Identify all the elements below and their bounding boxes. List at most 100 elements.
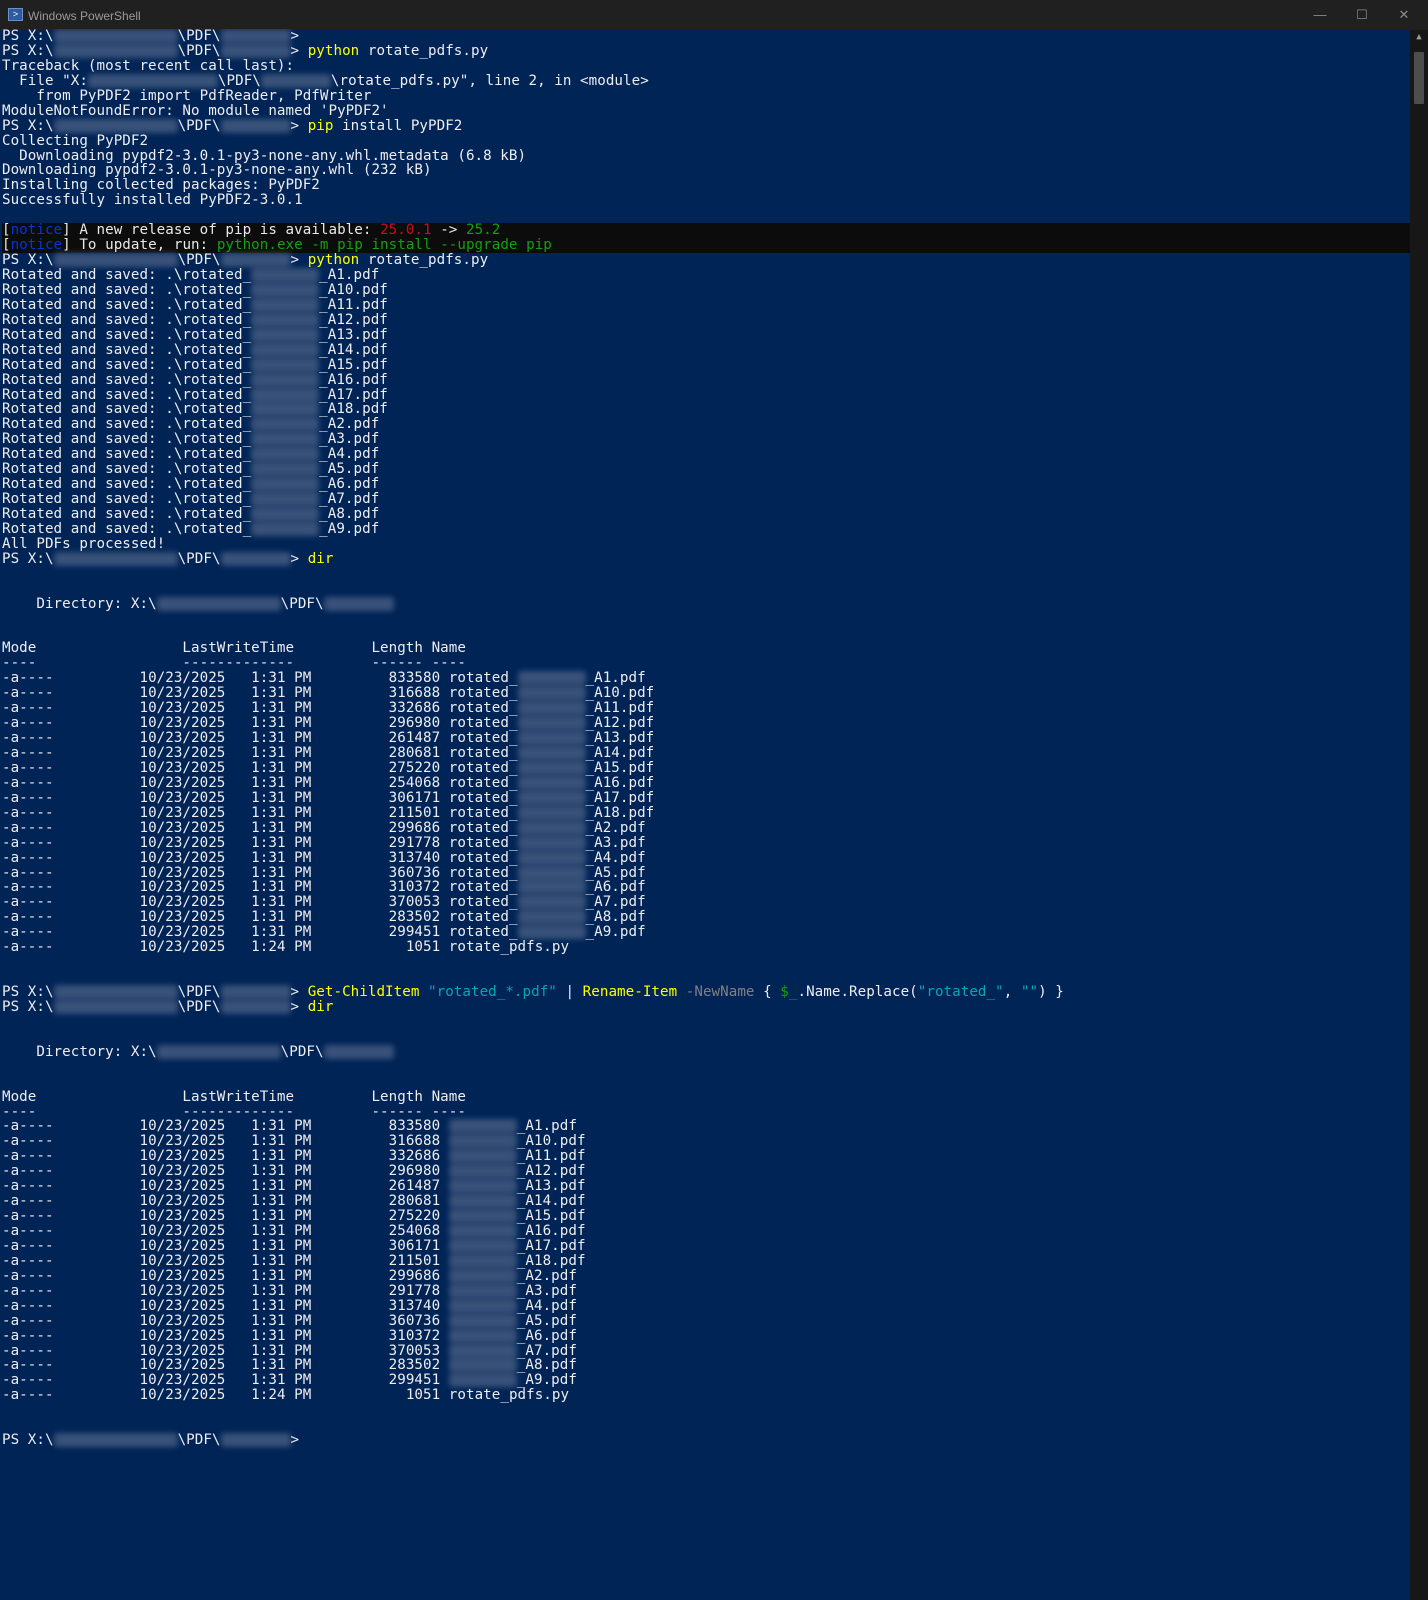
file-length: 306171	[311, 789, 441, 806]
redacted-path	[156, 1044, 281, 1059]
file-mode: -a----	[2, 894, 54, 911]
table-row: -a---- 10/23/2025 1:31 PM 306171 _A17.pd…	[2, 1237, 586, 1254]
minimize-button[interactable]: —	[1300, 4, 1340, 26]
redacted-filename	[517, 850, 586, 865]
table-separator: ---- ------------- ------ ----	[2, 655, 466, 672]
table-row: -a---- 10/23/2025 1:31 PM 283502 _A8.pdf	[2, 1357, 577, 1374]
redacted-filename	[251, 402, 320, 417]
file-name: _A7.pdf	[516, 1342, 577, 1359]
file-length: 310372	[311, 1327, 441, 1344]
table-separator: ---- ------------- ------ ----	[2, 1103, 466, 1120]
file-suffix: _A1.pdf	[319, 267, 380, 283]
table-row: -a---- 10/23/2025 1:31 PM 310372 _A6.pdf	[2, 1327, 577, 1344]
rotated-line: Rotated and saved: .\rotated_ _A10.pdf	[2, 281, 388, 298]
table-row: -a---- 10/23/2025 1:31 PM 306171 rotated…	[2, 789, 655, 806]
table-row: -a---- 10/23/2025 1:31 PM 296980 rotated…	[2, 715, 655, 732]
file-mode: -a----	[2, 1178, 54, 1195]
file-name: _A17.pdf	[585, 789, 655, 806]
table-row: -a---- 10/23/2025 1:31 PM 299451 _A9.pdf	[2, 1372, 577, 1389]
file-mode: -a----	[2, 939, 54, 956]
redacted-path	[53, 43, 178, 58]
redacted-filename	[517, 775, 586, 790]
directory-label: Directory: X:\ \PDF\	[2, 1044, 1410, 1060]
redacted-path	[156, 596, 281, 611]
prompt-line: PS X:\ \PDF\ > pip install PyPDF2	[2, 117, 463, 134]
redacted-filename	[448, 1358, 517, 1373]
redacted-filename	[448, 1253, 517, 1268]
table-row: -a---- 10/23/2025 1:31 PM 313740 _A4.pdf	[2, 1297, 577, 1314]
file-mode: -a----	[2, 670, 54, 687]
file-mode: -a----	[2, 1148, 54, 1165]
table-row: -a---- 10/23/2025 1:31 PM 332686 rotated…	[2, 700, 655, 717]
redacted-filename	[517, 716, 586, 731]
redacted-path	[220, 253, 291, 268]
redacted-filename	[251, 357, 320, 372]
file-name: _A14.pdf	[516, 1193, 586, 1210]
file-length: 313740	[311, 1297, 441, 1314]
file-length: 296980	[311, 715, 441, 732]
file-suffix: _A11.pdf	[319, 296, 388, 313]
redacted-filename	[251, 462, 320, 477]
file-length: 299686	[311, 1267, 441, 1284]
redacted-filename	[251, 327, 320, 342]
file-mode: -a----	[2, 1357, 54, 1374]
file-mode: -a----	[2, 849, 54, 866]
redacted-filename	[251, 507, 320, 521]
console-output[interactable]: PS X:\ \PDF\ > PS X:\ \PDF\ > python rotate_…	[2, 29, 1410, 1600]
rotated-line: Rotated and saved: .\rotated_ _A1.pdf	[2, 267, 380, 283]
scrollbar[interactable]: ▲	[1410, 30, 1428, 1600]
pip-output: Successfully installed PyPDF2-3.0.1	[2, 192, 303, 209]
file-mode: -a----	[2, 1282, 54, 1299]
file-mode: -a----	[2, 789, 54, 806]
redacted-filename	[251, 521, 320, 536]
redacted-filename	[251, 432, 320, 447]
table-row: -a---- 10/23/2025 1:31 PM 299686 _A2.pdf	[2, 1267, 577, 1284]
file-length: 280681	[311, 1193, 441, 1210]
table-row: -a---- 10/23/2025 1:31 PM 316688 rotated…	[2, 685, 655, 702]
file-name: _A2.pdf	[516, 1267, 577, 1284]
redacted-path	[220, 43, 291, 58]
file-name: _A10.pdf	[516, 1133, 586, 1150]
file-length: 360736	[311, 864, 441, 881]
redacted-path	[53, 551, 178, 566]
maximize-button[interactable]: ☐	[1342, 4, 1382, 26]
file-suffix: _A13.pdf	[319, 326, 388, 343]
file-mode: -a----	[2, 700, 54, 717]
file-name: _A9.pdf	[585, 924, 646, 941]
redacted-filename	[448, 1119, 517, 1134]
rotated-line: Rotated and saved: .\rotated_ _A16.pdf	[2, 371, 388, 388]
prompt-line[interactable]: PS X:\ \PDF\ >	[2, 1433, 1410, 1448]
redacted-filename	[251, 417, 320, 432]
pip-output: Collecting PyPDF2	[2, 132, 149, 149]
scroll-up-icon[interactable]: ▲	[1410, 30, 1428, 44]
file-mode: -a----	[2, 1133, 54, 1150]
file-mode: -a----	[2, 1372, 54, 1389]
done-message: All PDFs processed!	[2, 535, 166, 552]
file-suffix: _A9.pdf	[319, 520, 380, 537]
file-mode: -a----	[2, 1297, 54, 1314]
redacted-filename	[251, 342, 320, 357]
file-length: 1051	[311, 1387, 441, 1404]
file-name: _A7.pdf	[585, 894, 646, 911]
redacted-filename	[448, 1298, 517, 1313]
file-name: _A17.pdf	[516, 1237, 586, 1254]
window-title: Windows PowerShell	[28, 9, 141, 23]
file-suffix: _A16.pdf	[319, 371, 388, 388]
table-row: -a---- 10/23/2025 1:31 PM 370053 rotated…	[2, 894, 646, 911]
traceback-error: ModuleNotFoundError: No module named 'Py…	[2, 102, 389, 119]
redacted-path	[323, 1044, 394, 1059]
close-button[interactable]: ✕	[1384, 4, 1424, 26]
redacted-filename	[517, 805, 586, 820]
rotated-line: Rotated and saved: .\rotated_ _A15.pdf	[2, 356, 388, 373]
file-mode: -a----	[2, 804, 54, 821]
scrollbar-thumb[interactable]	[1414, 52, 1424, 104]
table-row: -a---- 10/23/2025 1:31 PM 296980 _A12.pd…	[2, 1163, 586, 1180]
file-length: 299451	[311, 1372, 441, 1389]
table-row: -a---- 10/23/2025 1:31 PM 310372 rotated…	[2, 879, 646, 896]
redacted-filename	[448, 1373, 517, 1388]
file-length: 254068	[311, 774, 441, 791]
redacted-path	[220, 118, 291, 133]
pip-output: Downloading pypdf2-3.0.1-py3-none-any.wh…	[2, 162, 432, 179]
file-suffix: _A4.pdf	[319, 446, 380, 463]
table-row: -a---- 10/23/2025 1:31 PM 211501 rotated…	[2, 804, 655, 821]
